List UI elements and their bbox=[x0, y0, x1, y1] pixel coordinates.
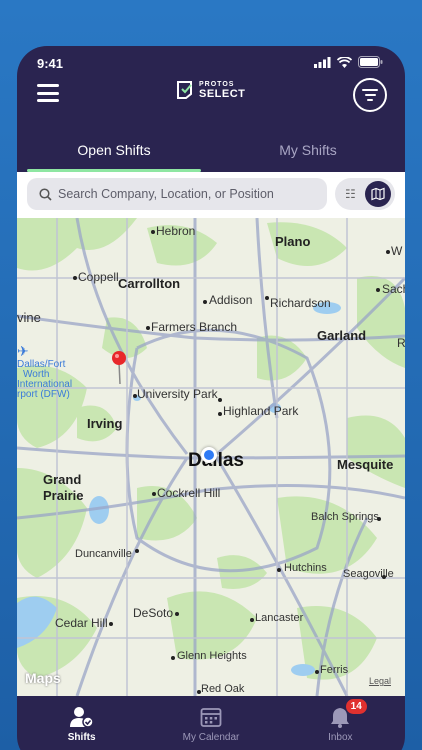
filter-button[interactable] bbox=[353, 78, 387, 112]
map-label-richardson: Richardson bbox=[270, 296, 331, 310]
nav-shifts-label: Shifts bbox=[67, 732, 96, 743]
search-input[interactable] bbox=[58, 187, 318, 201]
map-label-farmers-branch: Farmers Branch bbox=[151, 320, 238, 334]
map-label-hutchins: Hutchins bbox=[284, 562, 327, 574]
menu-button[interactable] bbox=[37, 84, 59, 102]
shift-tabs: Open Shifts My Shifts bbox=[17, 128, 405, 172]
shift-location-pin-icon[interactable] bbox=[111, 350, 127, 386]
logo-mark-icon bbox=[177, 81, 192, 99]
nav-shifts[interactable]: Shifts bbox=[17, 696, 146, 750]
protos-select-logo: PROTOS SELECT bbox=[177, 80, 245, 100]
nav-inbox[interactable]: 14 Inbox bbox=[276, 696, 405, 750]
person-check-icon bbox=[69, 707, 94, 728]
status-time: 9:41 bbox=[37, 56, 64, 71]
wifi-icon bbox=[337, 56, 352, 68]
map-label-addison: Addison bbox=[209, 293, 253, 307]
tab-my-shifts[interactable]: My Shifts bbox=[211, 128, 405, 172]
map-label-ferris: Ferris bbox=[320, 664, 349, 676]
map-view[interactable]: Hebron Plano W Coppell Carrollton Sach A… bbox=[17, 218, 405, 696]
battery-icon bbox=[358, 56, 383, 68]
nav-inbox-label: Inbox bbox=[328, 732, 353, 743]
map-label-carrollton: Carrollton bbox=[118, 276, 181, 291]
map-label-grand: Grand bbox=[43, 472, 82, 487]
apple-maps-attribution: Maps bbox=[25, 670, 61, 686]
nav-my-calendar-label: My Calendar bbox=[182, 732, 240, 743]
inbox-badge: 14 bbox=[345, 699, 367, 714]
calendar-icon bbox=[200, 708, 222, 727]
map-label-lancaster: Lancaster bbox=[255, 612, 304, 624]
map-label-seagoville: Seagoville bbox=[343, 568, 394, 580]
logo-bottom-text: SELECT bbox=[199, 87, 246, 100]
map-label-prairie: Prairie bbox=[43, 488, 84, 503]
status-bar: 9:41 bbox=[17, 46, 405, 78]
current-location-dot[interactable] bbox=[201, 447, 217, 463]
tab-open-shifts[interactable]: Open Shifts bbox=[17, 128, 211, 172]
list-view-icon[interactable]: ☷ bbox=[345, 187, 356, 201]
map-label-cedar-hill: Cedar Hill bbox=[55, 616, 108, 630]
app-screen: 9:41 PROTOS SELECT Open Shifts My Shifts bbox=[17, 46, 405, 750]
map-view-button[interactable] bbox=[365, 181, 391, 207]
signal-icon bbox=[314, 56, 331, 68]
search-box[interactable] bbox=[27, 178, 327, 210]
map-label-desoto: DeSoto bbox=[133, 606, 174, 620]
map-label-r: R bbox=[397, 336, 405, 350]
map-icon bbox=[371, 187, 385, 201]
status-icons bbox=[314, 56, 383, 68]
map-label-irvine: vine bbox=[17, 310, 41, 325]
map-label-university-park: University Park bbox=[137, 387, 218, 401]
map-label-highland-park: Highland Park bbox=[223, 404, 299, 418]
legal-link[interactable]: Legal bbox=[369, 676, 391, 686]
map-label-duncanville: Duncanville bbox=[75, 548, 132, 560]
map-label-plano: Plano bbox=[275, 234, 311, 249]
map-label-glenn-heights: Glenn Heights bbox=[177, 650, 247, 662]
map-label-garland: Garland bbox=[317, 328, 367, 343]
map-label-balch-springs: Balch Springs bbox=[311, 511, 379, 523]
map-label-airport-4: rport (DFW) bbox=[17, 389, 70, 400]
search-bar: ☷ bbox=[17, 172, 405, 218]
map-label-coppell: Coppell bbox=[78, 270, 119, 284]
airport-icon: ✈ bbox=[17, 343, 29, 359]
map-label-mesquite: Mesquite bbox=[337, 457, 394, 472]
maps-attribution-text: Maps bbox=[25, 670, 61, 686]
view-toggle: ☷ bbox=[335, 178, 395, 210]
map-label-red-oak: Red Oak bbox=[201, 683, 245, 695]
map-label-w: W bbox=[391, 244, 403, 258]
search-icon bbox=[39, 187, 52, 201]
map-label-irving: Irving bbox=[87, 416, 123, 431]
nav-my-calendar[interactable]: My Calendar bbox=[146, 696, 275, 750]
app-header: PROTOS SELECT bbox=[17, 78, 405, 132]
map-label-hebron: Hebron bbox=[156, 224, 196, 238]
map-label-cockrell-hill: Cockrell Hill bbox=[157, 486, 221, 500]
map-label-sachse: Sach bbox=[382, 282, 405, 296]
bottom-nav: Shifts My Calendar 14 Inbox bbox=[17, 696, 405, 750]
